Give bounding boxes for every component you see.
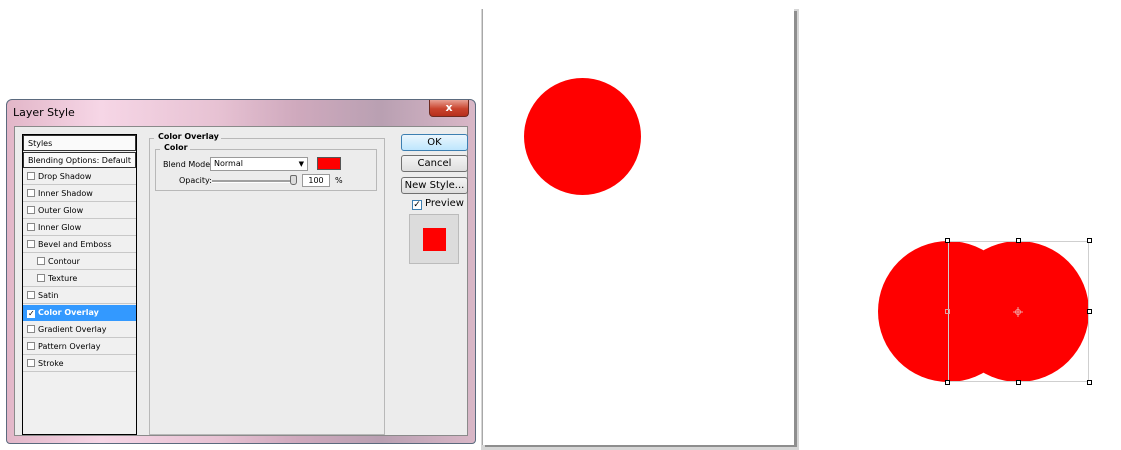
effect-label: Color Overlay xyxy=(38,308,99,317)
color-subheading: Color xyxy=(162,143,190,152)
preview-toggle[interactable]: ✓ Preview xyxy=(412,198,464,210)
opacity-input[interactable]: 100 xyxy=(302,174,330,187)
style-preview-thumbnail xyxy=(409,214,459,264)
effect-label: Inner Shadow xyxy=(38,189,93,198)
transform-center-icon[interactable] xyxy=(1013,307,1023,317)
chevron-down-icon: ▼ xyxy=(298,160,304,168)
transform-handle[interactable] xyxy=(1016,238,1021,243)
bevel-emboss-checkbox[interactable] xyxy=(27,240,35,248)
effect-label: Bevel and Emboss xyxy=(38,240,112,249)
gradient-overlay-checkbox[interactable] xyxy=(27,325,35,333)
new-style-button[interactable]: New Style... xyxy=(401,177,468,194)
ok-button[interactable]: OK xyxy=(401,134,468,151)
preview-label: Preview xyxy=(425,198,464,209)
inner-glow-checkbox[interactable] xyxy=(27,223,35,231)
satin-checkbox[interactable] xyxy=(27,291,35,299)
transform-handle[interactable] xyxy=(1087,238,1092,243)
effect-color-overlay[interactable]: ✓ Color Overlay xyxy=(23,305,136,321)
contour-checkbox[interactable] xyxy=(37,257,45,265)
effect-label: Stroke xyxy=(38,359,64,368)
styles-header-label: Styles xyxy=(28,139,53,148)
blend-mode-label: Blend Mode: xyxy=(163,160,213,169)
preview-checkbox[interactable]: ✓ xyxy=(412,200,422,210)
transform-handle[interactable] xyxy=(1087,309,1092,314)
opacity-slider-track[interactable] xyxy=(212,180,296,183)
opacity-slider-thumb[interactable] xyxy=(290,175,297,185)
effect-label: Pattern Overlay xyxy=(38,342,101,351)
close-button[interactable]: x xyxy=(429,100,469,117)
effect-texture[interactable]: Texture xyxy=(23,271,136,287)
effect-label: Outer Glow xyxy=(38,206,84,215)
transform-handle[interactable] xyxy=(945,309,950,314)
subgroup-border xyxy=(155,149,160,150)
red-circle-shape[interactable] xyxy=(524,78,641,195)
dialog-client-area: Styles Blending Options: Default Drop Sh… xyxy=(14,126,468,436)
opacity-unit: % xyxy=(335,176,343,185)
effect-stroke[interactable]: Stroke xyxy=(23,356,136,372)
opacity-label: Opacity: xyxy=(179,176,212,185)
stroke-checkbox[interactable] xyxy=(27,359,35,367)
transform-handle[interactable] xyxy=(945,238,950,243)
dialog-title: Layer Style xyxy=(13,106,75,119)
color-overlay-checkbox[interactable]: ✓ xyxy=(27,310,35,318)
document-canvas[interactable] xyxy=(482,9,794,445)
effect-gradient-overlay[interactable]: Gradient Overlay xyxy=(23,322,136,338)
effect-inner-glow[interactable]: Inner Glow xyxy=(23,220,136,236)
effect-bevel-and-emboss[interactable]: Bevel and Emboss xyxy=(23,237,136,253)
preview-swatch xyxy=(423,228,446,251)
effect-inner-shadow[interactable]: Inner Shadow xyxy=(23,186,136,202)
effect-satin[interactable]: Satin xyxy=(23,288,136,304)
effect-label: Satin xyxy=(38,291,59,300)
close-icon: x xyxy=(445,101,453,114)
transform-handle[interactable] xyxy=(1016,380,1021,385)
canvas-top-margin xyxy=(481,0,801,9)
effect-outer-glow[interactable]: Outer Glow xyxy=(23,203,136,219)
inner-shadow-checkbox[interactable] xyxy=(27,189,35,197)
blend-mode-value: Normal xyxy=(214,159,243,168)
drop-shadow-checkbox[interactable] xyxy=(27,172,35,180)
blend-mode-select[interactable]: Normal ▼ xyxy=(210,157,308,171)
styles-list: Styles Blending Options: Default Drop Sh… xyxy=(22,134,137,435)
cancel-button[interactable]: Cancel xyxy=(401,155,468,172)
transform-handle[interactable] xyxy=(945,380,950,385)
color-overlay-heading: Color Overlay xyxy=(156,132,221,141)
subgroup-border xyxy=(189,149,377,150)
effect-pattern-overlay[interactable]: Pattern Overlay xyxy=(23,339,136,355)
group-border xyxy=(216,138,385,139)
outer-glow-checkbox[interactable] xyxy=(27,206,35,214)
pattern-overlay-checkbox[interactable] xyxy=(27,342,35,350)
group-border xyxy=(149,138,154,139)
blending-options-item[interactable]: Blending Options: Default xyxy=(23,152,136,168)
effect-label: Gradient Overlay xyxy=(38,325,107,334)
effect-label: Inner Glow xyxy=(38,223,82,232)
styles-header[interactable]: Styles xyxy=(23,135,136,151)
effect-drop-shadow[interactable]: Drop Shadow xyxy=(23,169,136,185)
canvas-area xyxy=(481,0,799,450)
effect-contour[interactable]: Contour xyxy=(23,254,136,270)
texture-checkbox[interactable] xyxy=(37,274,45,282)
effect-label: Texture xyxy=(48,274,78,283)
transform-handle[interactable] xyxy=(1087,380,1092,385)
overlay-color-swatch[interactable] xyxy=(317,157,341,170)
dialog-titlebar[interactable]: Layer Style x xyxy=(7,100,475,126)
blending-options-label: Blending Options: Default xyxy=(28,156,132,165)
layer-style-dialog: Layer Style x Styles Blending Options: D… xyxy=(6,99,476,444)
effect-label: Drop Shadow xyxy=(38,172,92,181)
effect-label: Contour xyxy=(48,257,80,266)
